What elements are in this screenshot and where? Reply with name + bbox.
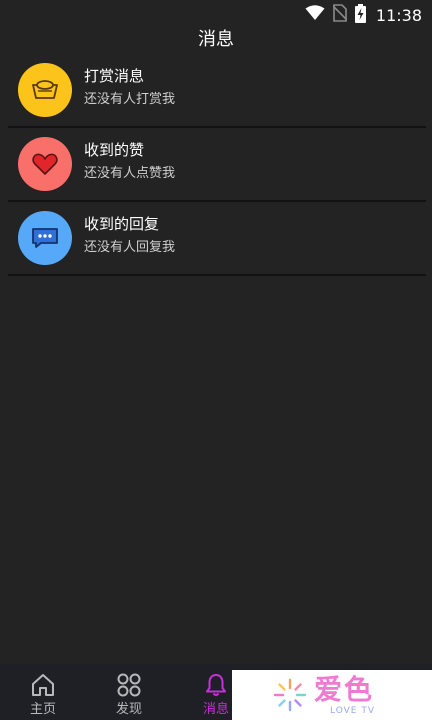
nav-label: 发现 — [115, 702, 142, 717]
watermark: 爱色 LOVE TV — [232, 670, 432, 720]
list-item-text: 收到的回复 还没有人回复我 — [84, 214, 175, 257]
list-item-tips[interactable]: 打赏消息 还没有人打赏我 — [0, 54, 432, 128]
list-item-title: 收到的回复 — [84, 215, 160, 233]
list-item-text: 打赏消息 还没有人打赏我 — [84, 66, 175, 109]
list-item-title: 收到的赞 — [84, 141, 145, 159]
divider — [8, 274, 426, 276]
gold-ingot-icon — [18, 63, 72, 117]
list-item-likes[interactable]: 收到的赞 还没有人点赞我 — [0, 128, 432, 202]
discover-icon — [116, 672, 142, 698]
wifi-icon — [305, 5, 325, 25]
status-time: 11:38 — [375, 5, 422, 25]
no-sim-icon — [332, 4, 348, 26]
battery-charging-icon — [354, 3, 366, 27]
list-item-subtitle: 还没有人点赞我 — [84, 166, 176, 181]
status-icons: 11:38 — [305, 3, 422, 27]
status-bar: 11:38 — [0, 0, 432, 30]
heart-icon — [18, 137, 72, 191]
watermark-brand: 爱色 — [314, 673, 375, 706]
chat-bubble-icon — [18, 211, 72, 265]
message-list: 打赏消息 还没有人打赏我 收到的赞 还没有人点赞我 收到的回复 还没有人回复我 — [0, 54, 432, 276]
nav-item-home[interactable]: 主页 — [13, 664, 73, 720]
bell-icon — [203, 672, 229, 698]
list-item-subtitle: 还没有人打赏我 — [84, 92, 176, 107]
nav-item-discover[interactable]: 发现 — [99, 664, 159, 720]
page-title: 消息 — [198, 29, 234, 50]
watermark-subtitle: LOVE TV — [330, 706, 375, 716]
list-item-title: 打赏消息 — [84, 67, 145, 85]
home-icon — [30, 672, 56, 698]
nav-label: 主页 — [29, 702, 56, 717]
list-item-replies[interactable]: 收到的回复 还没有人回复我 — [0, 202, 432, 276]
list-item-text: 收到的赞 还没有人点赞我 — [84, 140, 175, 183]
watermark-logo-icon — [272, 677, 308, 717]
list-item-subtitle: 还没有人回复我 — [84, 240, 176, 255]
